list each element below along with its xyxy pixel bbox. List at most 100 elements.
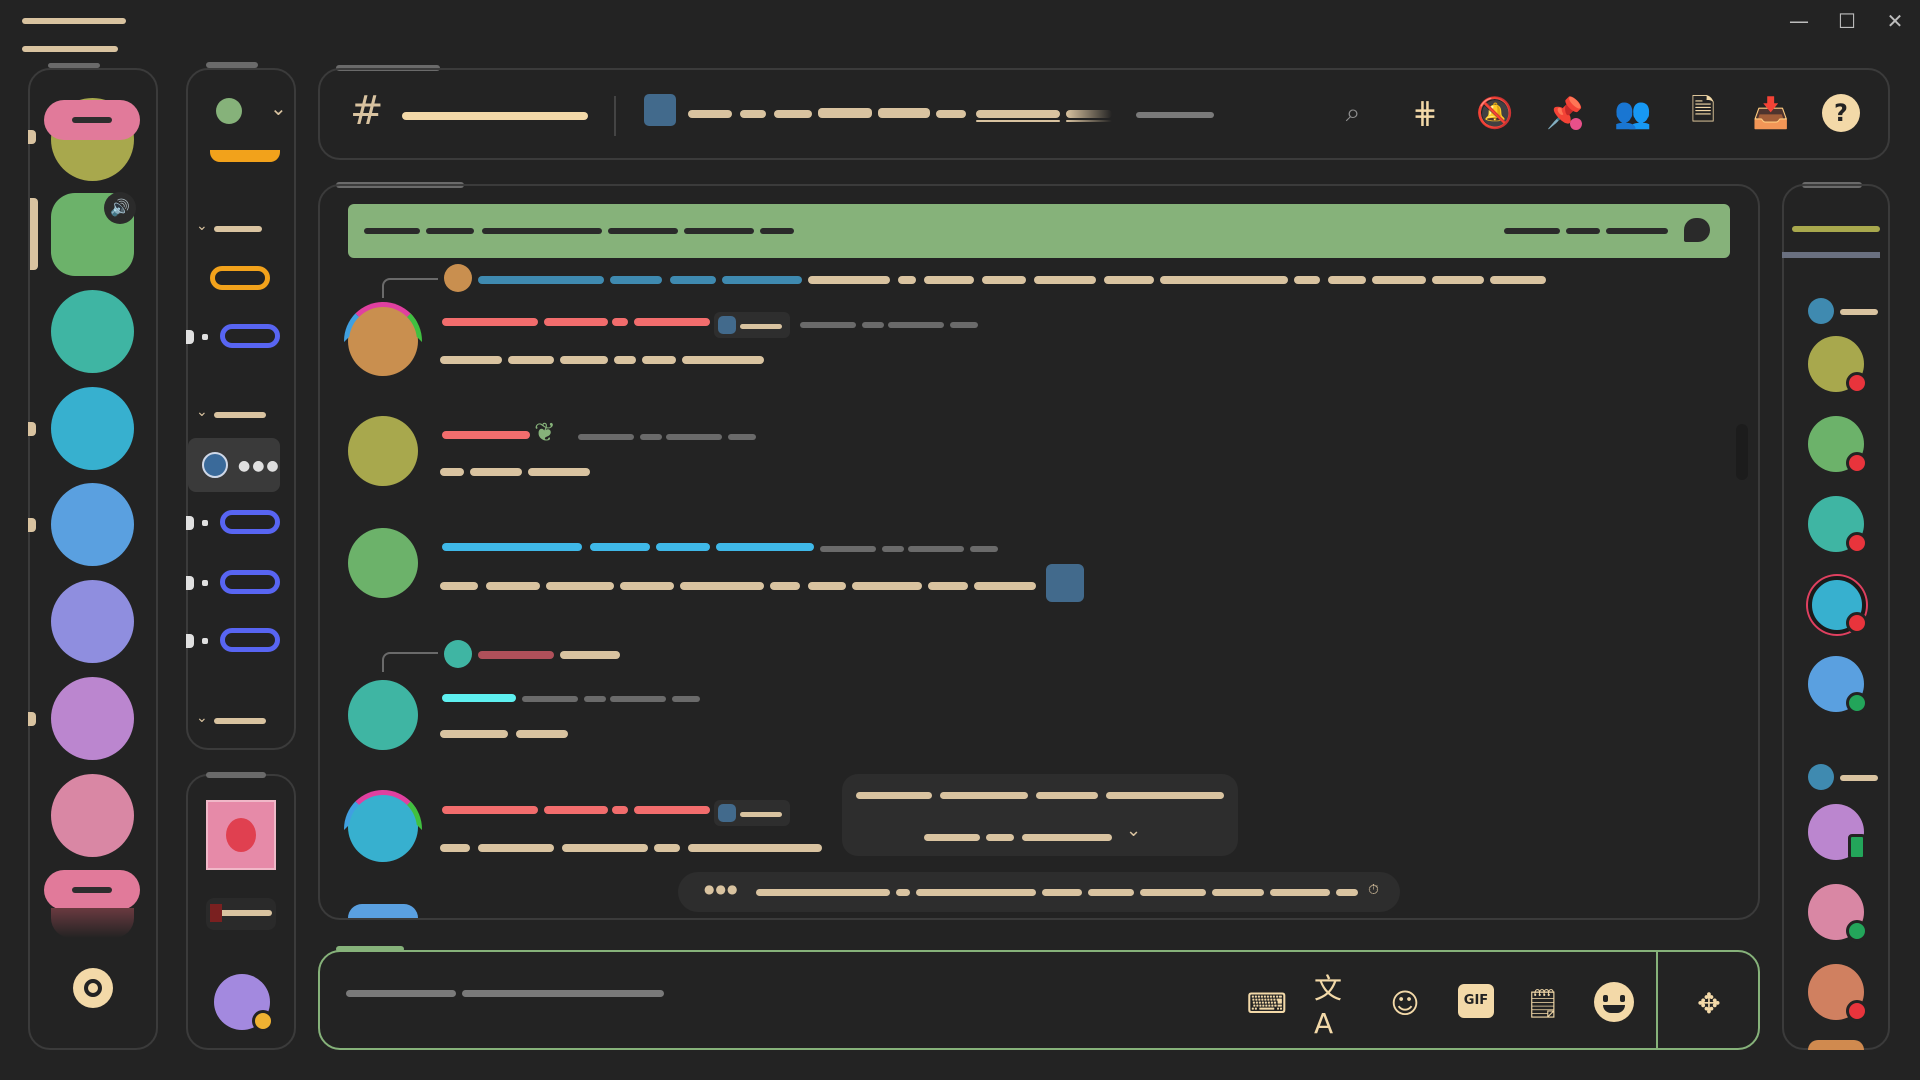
- server-folder-label-top[interactable]: [44, 100, 140, 140]
- member-status-online: [1846, 692, 1868, 714]
- message-avatar[interactable]: [348, 528, 418, 598]
- threads-icon[interactable]: ⋕: [1404, 92, 1446, 134]
- channel-indicator: [186, 516, 194, 530]
- maximize-button[interactable]: ☐: [1834, 8, 1860, 34]
- emoji-icon[interactable]: [1594, 982, 1634, 1022]
- reply-text[interactable]: [1294, 276, 1320, 284]
- message-timestamp: [640, 434, 662, 440]
- server-unread-indicator: [28, 518, 36, 532]
- category-chevron-icon[interactable]: ⌄: [196, 710, 208, 726]
- message-author[interactable]: [442, 318, 538, 326]
- reply-text[interactable]: [898, 276, 916, 284]
- server-icon-5[interactable]: [51, 483, 134, 566]
- user-status-idle: [252, 1010, 274, 1032]
- channel-item-3[interactable]: [220, 570, 280, 594]
- category-chevron-icon[interactable]: ⌄: [196, 218, 208, 234]
- expand-chevron-icon[interactable]: ⌄: [1126, 820, 1141, 841]
- reply-text[interactable]: [1372, 276, 1426, 284]
- message-timestamp: [882, 546, 904, 552]
- channel-item-2[interactable]: [220, 510, 280, 534]
- apps-icon[interactable]: ✥: [1686, 980, 1732, 1026]
- reply-text[interactable]: [1104, 276, 1154, 284]
- reply-text[interactable]: [670, 276, 716, 284]
- channel-topic-6[interactable]: [936, 110, 966, 118]
- message-author[interactable]: [442, 806, 538, 814]
- search-icon[interactable]: ⌕: [1332, 92, 1374, 134]
- message-author[interactable]: [612, 318, 628, 326]
- more-dots-icon: ●●●: [238, 458, 281, 474]
- reply-text[interactable]: [924, 276, 974, 284]
- sticker-icon[interactable]: 🗒: [1520, 980, 1566, 1026]
- anime-avatar-icon[interactable]: ☺: [1382, 980, 1428, 1026]
- activity-progress: [206, 898, 276, 930]
- server-icon-3[interactable]: [51, 290, 134, 373]
- members-icon[interactable]: 👥: [1612, 92, 1654, 134]
- activity-image[interactable]: [206, 800, 276, 870]
- channel-item-1[interactable]: [220, 324, 280, 348]
- inbox-icon[interactable]: 📥: [1750, 92, 1792, 134]
- server-dropdown-chevron-icon[interactable]: ⌄: [270, 96, 287, 120]
- reply-text[interactable]: [982, 276, 1026, 284]
- message-author[interactable]: [634, 318, 710, 326]
- message-author[interactable]: [612, 806, 628, 814]
- chat-scrollbar[interactable]: [1736, 424, 1748, 480]
- reply-text[interactable]: [1490, 276, 1546, 284]
- channel-topic-link[interactable]: [976, 110, 1060, 118]
- channel-item-4[interactable]: [220, 628, 280, 652]
- message-author[interactable]: [656, 543, 710, 551]
- message-author[interactable]: [716, 543, 814, 551]
- gif-button[interactable]: GIF: [1458, 984, 1494, 1018]
- server-icon-4[interactable]: [51, 387, 134, 470]
- channel-topic-2[interactable]: [740, 110, 766, 118]
- server-selected-indicator: [30, 198, 38, 270]
- reply-text[interactable]: [1160, 276, 1288, 284]
- message-author[interactable]: [442, 543, 582, 551]
- channel-topic-5[interactable]: [878, 108, 930, 118]
- notes-icon[interactable]: 🗎: [1682, 92, 1724, 134]
- reply-text[interactable]: [808, 276, 890, 284]
- server-icon-6[interactable]: [51, 580, 134, 663]
- keyboard-icon[interactable]: ⌨: [1244, 980, 1290, 1026]
- reply-author[interactable]: [478, 276, 604, 284]
- message-author[interactable]: [544, 806, 608, 814]
- message-avatar[interactable]: [348, 680, 418, 750]
- server-icon-7[interactable]: [51, 677, 134, 760]
- reply-text[interactable]: [722, 276, 802, 284]
- message-avatar[interactable]: [348, 416, 418, 486]
- member-avatar-partial: [1808, 1040, 1864, 1050]
- message-author[interactable]: [634, 806, 710, 814]
- message-timestamp: [820, 546, 876, 552]
- message-author[interactable]: [442, 694, 516, 702]
- reply-text[interactable]: [560, 651, 620, 659]
- message-author[interactable]: [590, 543, 650, 551]
- message-author[interactable]: [544, 318, 608, 326]
- category-label[interactable]: [214, 718, 266, 724]
- message-text: [688, 844, 822, 852]
- reply-text[interactable]: [1034, 276, 1096, 284]
- member-status-dnd: [1846, 452, 1868, 474]
- server-folder-label-bottom[interactable]: [44, 870, 140, 910]
- channel-item-orange[interactable]: [210, 266, 270, 290]
- minimize-button[interactable]: —: [1786, 8, 1812, 34]
- discover-icon[interactable]: [73, 968, 113, 1008]
- reply-author[interactable]: [478, 651, 554, 659]
- composer-placeholder-1: [346, 990, 456, 997]
- reply-text[interactable]: [1328, 276, 1366, 284]
- new-messages-banner[interactable]: [348, 204, 1730, 258]
- help-icon[interactable]: ?: [1822, 94, 1860, 132]
- channel-topic-1[interactable]: [688, 110, 732, 118]
- server-icon-8[interactable]: [51, 774, 134, 857]
- reply-text[interactable]: [1432, 276, 1484, 284]
- close-button[interactable]: ✕: [1882, 8, 1908, 34]
- reply-text[interactable]: [610, 276, 662, 284]
- category-label[interactable]: [214, 226, 262, 232]
- category-chevron-icon[interactable]: ⌄: [196, 404, 208, 420]
- channel-topic-4[interactable]: [818, 108, 872, 118]
- message-author[interactable]: [442, 431, 530, 439]
- jump-to-present-popup[interactable]: ⌄: [842, 774, 1238, 856]
- channel-topic-link-underline: [976, 120, 1060, 122]
- mute-bell-icon[interactable]: 🔕: [1474, 92, 1516, 134]
- category-label[interactable]: [214, 412, 266, 418]
- translate-icon[interactable]: 文A: [1314, 972, 1360, 1040]
- channel-topic-3[interactable]: [774, 110, 812, 118]
